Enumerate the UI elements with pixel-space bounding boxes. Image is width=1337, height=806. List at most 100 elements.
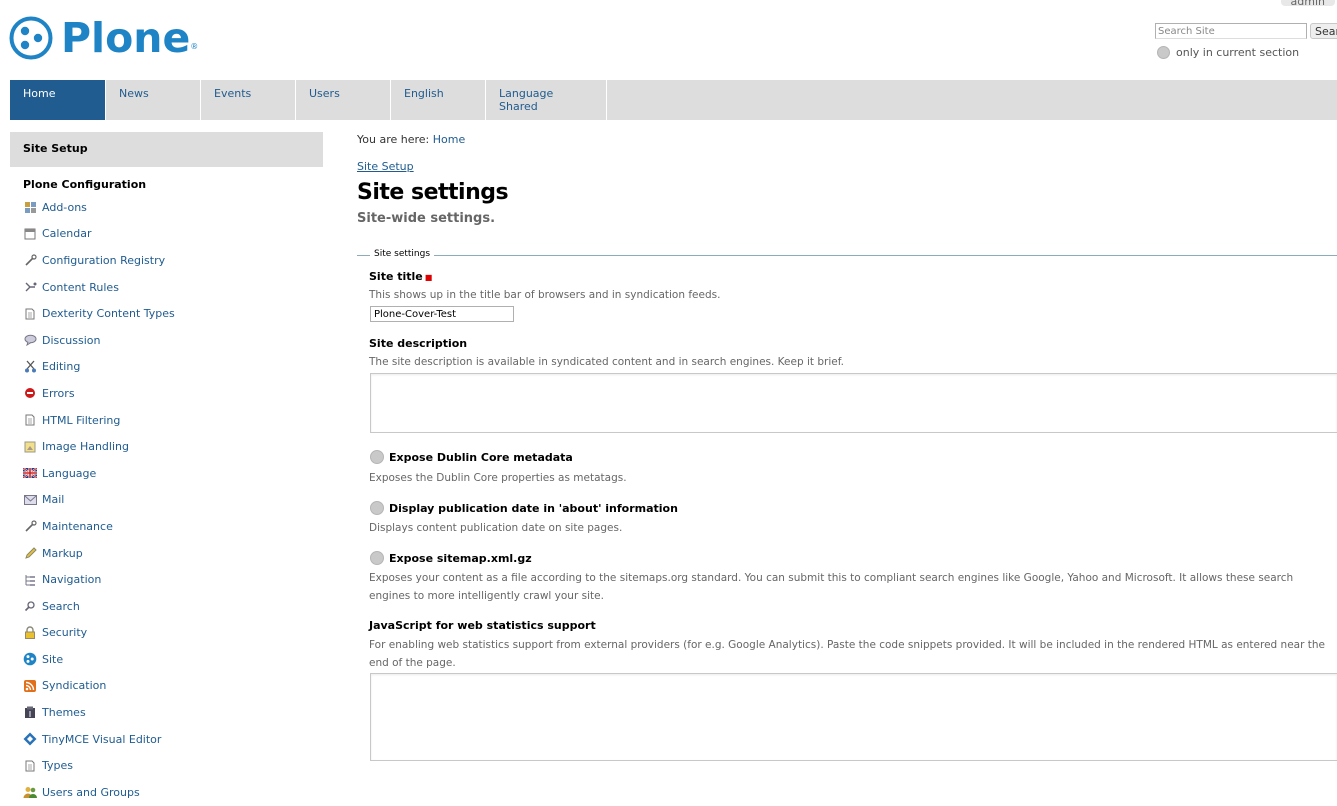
sidebar-item-content-rules[interactable]: Content Rules [23,274,175,301]
publication-date-option[interactable]: Display publication date in 'about' info… [370,501,678,515]
sitemap-checkbox[interactable] [370,551,384,565]
breadcrumb: You are here: Home [357,133,465,146]
sidebar-item-dexterity-content-types[interactable]: Dexterity Content Types [23,300,175,327]
sidebar-item-label[interactable]: HTML Filtering [42,414,120,427]
sidebar-item-users-and-groups[interactable]: Users and Groups [23,779,175,806]
sitemap-label: Expose sitemap.xml.gz [389,551,532,565]
webstats-help: For enabling web statistics support from… [369,639,1325,669]
page-title: Site settings [357,180,509,205]
sidebar-item-maintenance[interactable]: Maintenance [23,513,175,540]
publication-date-checkbox[interactable] [370,501,384,515]
sidebar-item-label[interactable]: Syndication [42,679,106,692]
sidebar-item-tinymce-visual-editor[interactable]: TinyMCE Visual Editor [23,726,175,753]
tab-news[interactable]: News [106,80,201,120]
sidebar-item-label[interactable]: Calendar [42,227,91,240]
sidebar-item-label[interactable]: Content Rules [42,281,119,294]
sidebar-item-search[interactable]: Search [23,593,175,620]
sidebar-item-configuration-registry[interactable]: Configuration Registry [23,247,175,274]
sidebar-item-calendar[interactable]: Calendar [23,221,175,248]
sidebar-item-types[interactable]: Types [23,752,175,779]
sitemap-option[interactable]: Expose sitemap.xml.gz [370,551,532,565]
search-input[interactable] [1155,23,1307,39]
flag-icon [23,466,37,480]
site-title-label-text: Site title [369,270,423,283]
sidebar-item-mail[interactable]: Mail [23,487,175,514]
site-description-label: Site description [369,337,468,350]
document-icon [23,307,37,321]
sidebar-item-label[interactable]: TinyMCE Visual Editor [42,733,161,746]
sidebar-item-label[interactable]: Mail [42,493,64,506]
sidebar-item-label[interactable]: Add-ons [42,201,87,214]
tab-users[interactable]: Users [296,80,391,120]
sidebar-item-label[interactable]: Configuration Registry [42,254,165,267]
breadcrumb-home-link[interactable]: Home [433,133,465,146]
sidebar-item-label[interactable]: Security [42,626,87,639]
current-section-checkbox[interactable] [1157,46,1170,59]
sidebar-item-add-ons[interactable]: Add-ons [23,194,175,221]
error-icon [23,386,37,400]
lock-icon [23,626,37,640]
sidebar-item-html-filtering[interactable]: HTML Filtering [23,407,175,434]
sidebar-item-themes[interactable]: Themes [23,699,175,726]
navigation-icon [23,573,37,587]
sidebar-item-label[interactable]: Themes [42,706,86,719]
rss-icon [23,679,37,693]
sidebar-item-label[interactable]: Users and Groups [42,786,140,799]
site-description-help: The site description is available in syn… [369,356,844,368]
dublin-core-option[interactable]: Expose Dublin Core metadata [370,450,573,464]
sidebar-item-label[interactable]: Markup [42,547,83,560]
sidebar-item-site[interactable]: Site [23,646,175,673]
users-icon [23,785,37,799]
sidebar-item-label[interactable]: Errors [42,387,75,400]
document-icon [23,759,37,773]
sidebar-item-label[interactable]: Editing [42,360,80,373]
scissors-icon [23,360,37,374]
publication-date-label: Display publication date in 'about' info… [389,501,678,515]
current-section-label: only in current section [1176,46,1300,59]
discussion-icon [23,333,37,347]
site-title-help: This shows up in the title bar of browse… [369,289,721,301]
site-title-input[interactable] [370,306,514,322]
sidebar-item-security[interactable]: Security [23,620,175,647]
plone-logo[interactable]: Plone ® [9,13,198,63]
sidebar-item-label[interactable]: Navigation [42,573,101,586]
logo-text: Plone [61,14,191,62]
sidebar-item-label[interactable]: Dexterity Content Types [42,307,175,320]
sidebar-item-label[interactable]: Types [42,759,73,772]
page-description: Site-wide settings. [357,211,496,226]
sidebar-item-label[interactable]: Discussion [42,334,101,347]
tab-home[interactable]: Home [10,80,106,120]
tab-events[interactable]: Events [201,80,296,120]
dublin-core-help: Exposes the Dublin Core properties as me… [369,472,627,484]
dublin-core-label: Expose Dublin Core metadata [389,450,573,464]
sidebar-item-markup[interactable]: Markup [23,540,175,567]
sidebar-item-errors[interactable]: Errors [23,380,175,407]
sidebar-item-editing[interactable]: Editing [23,354,175,381]
image-icon [23,440,37,454]
site-description-textarea[interactable] [370,373,1337,433]
sidebar-item-label[interactable]: Site [42,653,63,666]
tab-english[interactable]: English [391,80,486,120]
sidebar-item-image-handling[interactable]: Image Handling [23,433,175,460]
sidebar-item-label[interactable]: Search [42,600,80,613]
user-menu[interactable]: admin [1280,0,1335,8]
search-form: Sear [1155,23,1337,39]
sidebar-item-syndication[interactable]: Syndication [23,673,175,700]
plone-logo-icon [9,16,53,60]
sidebar-item-label[interactable]: Maintenance [42,520,113,533]
pencil-icon [23,546,37,560]
current-section-option[interactable]: only in current section [1157,46,1299,59]
sidebar-item-label[interactable]: Image Handling [42,440,129,453]
sidebar-item-language[interactable]: Language [23,460,175,487]
portlet-title: Site Setup [10,132,323,167]
sidebar-item-navigation[interactable]: Navigation [23,566,175,593]
webstats-textarea[interactable] [370,673,1337,761]
dublin-core-checkbox[interactable] [370,450,384,464]
webstats-label: JavaScript for web statistics support [369,619,596,632]
site-setup-link[interactable]: Site Setup [357,160,414,173]
tab-language-shared[interactable]: Language Shared [486,80,607,120]
search-button[interactable]: Sear [1310,23,1337,39]
sidebar-item-discussion[interactable]: Discussion [23,327,175,354]
wrench-icon [23,519,37,533]
sidebar-item-label[interactable]: Language [42,467,96,480]
